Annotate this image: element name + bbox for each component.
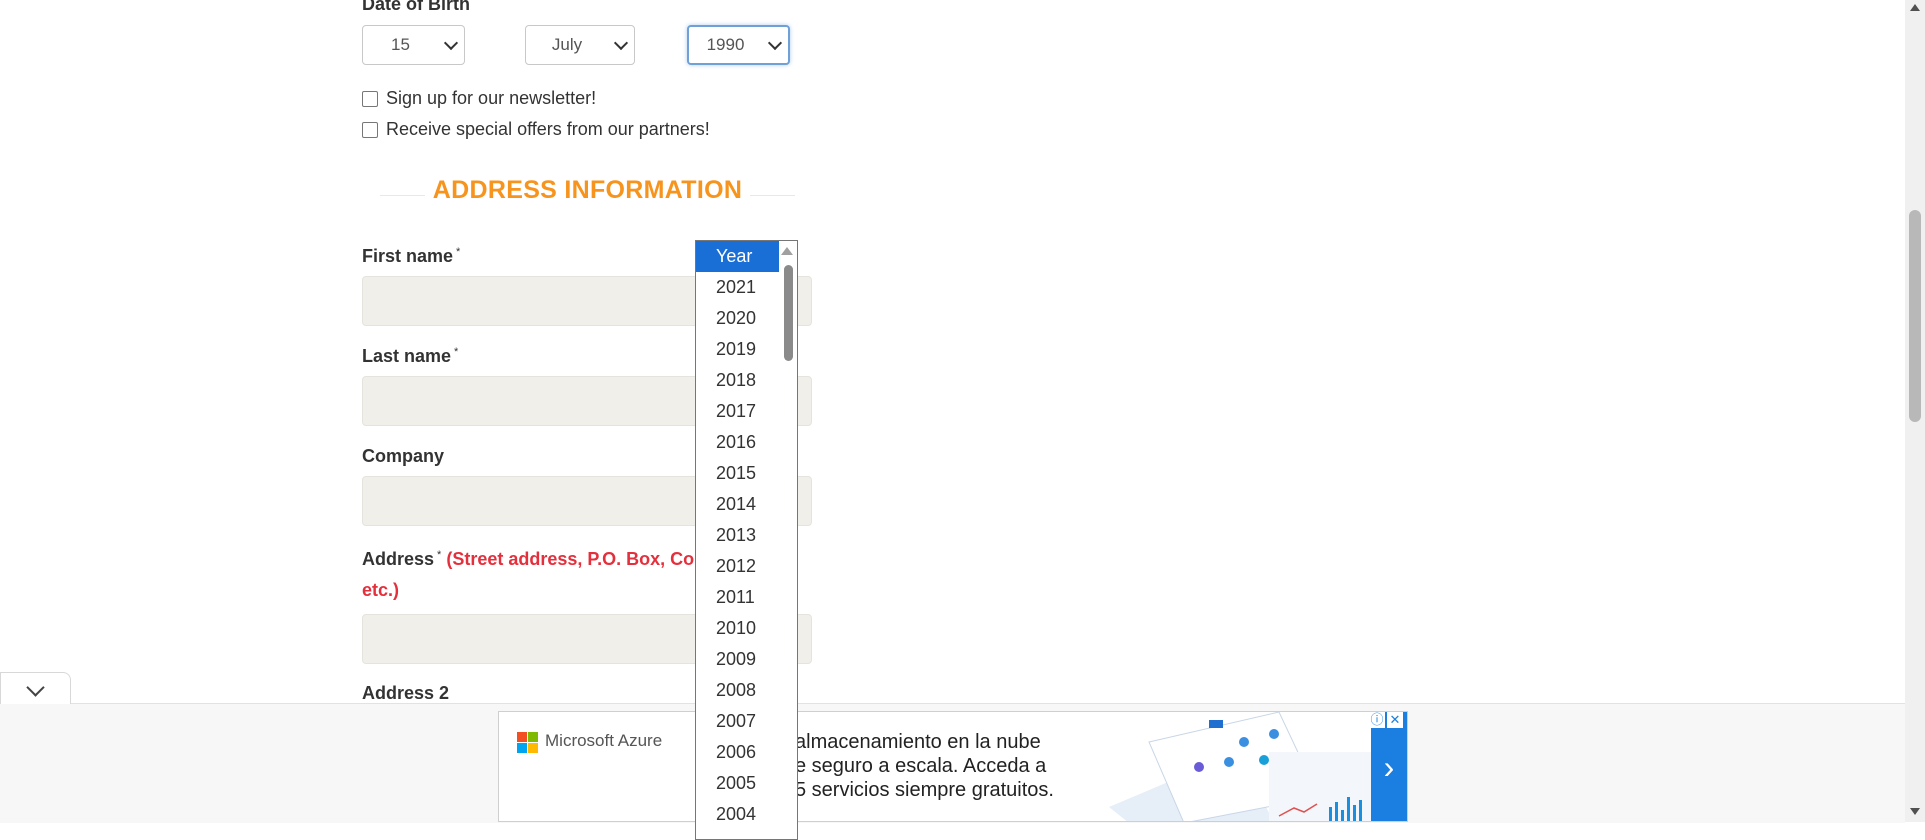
last-name-text: Last name: [362, 346, 452, 366]
year-option[interactable]: 2017: [696, 396, 779, 427]
year-option[interactable]: 2005: [696, 768, 779, 799]
chevron-down-icon: [767, 35, 783, 51]
newsletter-row: Sign up for our newsletter!: [362, 88, 596, 109]
year-option[interactable]: 2021: [696, 272, 779, 303]
offers-label: Receive special offers from our partners…: [386, 119, 710, 139]
ad-copy: almacenamiento en la nube e seguro a esc…: [795, 730, 1054, 802]
scrollbar-thumb[interactable]: [1909, 210, 1921, 422]
section-heading: ADDRESS INFORMATION: [380, 176, 795, 205]
year-option[interactable]: 2012: [696, 551, 779, 582]
ad-next-button[interactable]: ›: [1371, 712, 1407, 821]
dob-month-select[interactable]: July: [525, 25, 635, 65]
dropdown-scrollbar[interactable]: [779, 241, 797, 839]
ad-info-icon[interactable]: ⓘ: [1369, 712, 1385, 728]
scroll-up-icon[interactable]: [781, 247, 793, 255]
required-mark: *: [456, 246, 461, 258]
offers-row: Receive special offers from our partners…: [362, 119, 710, 140]
dob-label: Date of Birth: [362, 0, 470, 14]
dob-day-value: 15: [391, 35, 410, 54]
ad-collapse-button[interactable]: [0, 672, 71, 704]
year-option[interactable]: 2019: [696, 334, 779, 365]
offers-checkbox[interactable]: [362, 121, 378, 138]
year-option[interactable]: 2007: [696, 706, 779, 737]
address-hint-cont: etc.): [362, 580, 400, 600]
newsletter-label: Sign up for our newsletter!: [386, 88, 597, 108]
ad-copy-line: e seguro a escala. Acceda a: [795, 755, 1047, 777]
ad-copy-line: 5 servicios siempre gratuitos.: [795, 779, 1054, 801]
year-option[interactable]: 2020: [696, 303, 779, 334]
ad-choices: ⓘ ✕: [1369, 712, 1403, 728]
scroll-up-icon[interactable]: [1910, 4, 1920, 11]
last-name-label: Last name *: [362, 346, 458, 367]
chevron-down-icon: [443, 35, 459, 51]
year-option[interactable]: 2008: [696, 675, 779, 706]
section-title: ADDRESS INFORMATION: [424, 176, 751, 205]
required-mark: *: [454, 346, 459, 358]
page-scrollbar[interactable]: [1905, 0, 1925, 822]
address-hint: (Street address, P.O. Box, Com: [446, 549, 711, 569]
first-name-label: First name *: [362, 246, 460, 267]
dob-year-value: 1990: [706, 35, 745, 54]
ad-close-icon[interactable]: ✕: [1387, 712, 1403, 728]
required-mark: *: [437, 549, 442, 561]
year-option[interactable]: 2015: [696, 458, 779, 489]
ad-dashboard-image: [1109, 712, 1379, 821]
year-option[interactable]: 2016: [696, 427, 779, 458]
year-option[interactable]: 2006: [696, 737, 779, 768]
ad-banner[interactable]: Microsoft Azure almacenamiento en la nub…: [498, 711, 1408, 822]
ad-copy-line: almacenamiento en la nube: [795, 731, 1041, 753]
year-option[interactable]: 2011: [696, 582, 779, 613]
chevron-down-icon: [26, 678, 45, 697]
company-label: Company: [362, 446, 445, 466]
address-text: Address: [362, 549, 435, 569]
dropdown-scrollbar-thumb[interactable]: [784, 265, 793, 361]
year-option[interactable]: Year: [696, 241, 779, 272]
year-option[interactable]: 2014: [696, 489, 779, 520]
year-option[interactable]: 2013: [696, 520, 779, 551]
scroll-down-icon[interactable]: [1910, 808, 1920, 815]
ad-brand: Microsoft Azure: [545, 731, 663, 750]
dob-day-select[interactable]: 15: [362, 25, 465, 65]
year-option[interactable]: 2018: [696, 365, 779, 396]
newsletter-checkbox[interactable]: [362, 90, 378, 107]
chevron-down-icon: [613, 35, 629, 51]
first-name-text: First name: [362, 246, 454, 266]
microsoft-logo-icon: [517, 732, 539, 754]
dob-month-value: July: [551, 35, 583, 54]
year-option[interactable]: 2009: [696, 644, 779, 675]
dob-year-select[interactable]: 1990: [687, 25, 790, 65]
year-option[interactable]: 2004: [696, 799, 779, 830]
year-option[interactable]: 2010: [696, 613, 779, 644]
address-label: Address * (Street address, P.O. Box, Com: [362, 549, 710, 570]
address2-label: Address 2: [362, 683, 450, 703]
year-dropdown-list[interactable]: Year 2021 2020 2019 2018 2017 2016 2015 2014 2013…: [695, 240, 798, 840]
